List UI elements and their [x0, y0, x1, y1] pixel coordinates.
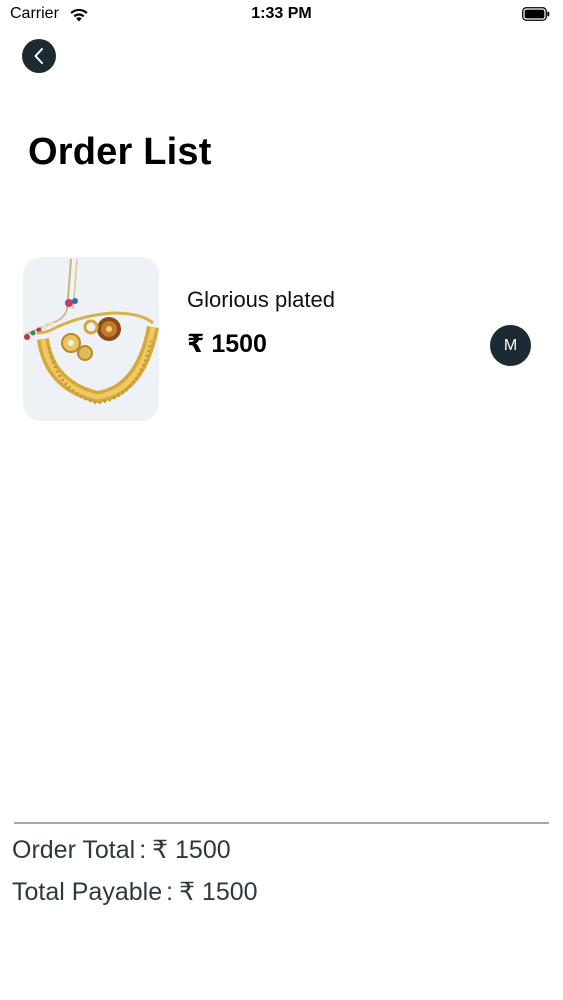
clock: 1:33 PM	[251, 5, 312, 22]
product-name: Glorious plated	[187, 287, 335, 312]
total-payable-separator: :	[166, 878, 174, 906]
battery-icon	[522, 7, 550, 21]
total-payable-value: ₹ 1500	[179, 878, 258, 906]
product-price: ₹ 1500	[187, 330, 267, 358]
product-image	[23, 257, 159, 421]
order-list-item[interactable]: Glorious plated ₹ 1500 M	[23, 257, 543, 422]
page-title: Order List	[28, 131, 212, 173]
order-total-label: Order Total	[12, 836, 136, 864]
order-total-separator: :	[139, 836, 147, 864]
total-payable-label: Total Payable	[12, 878, 163, 906]
necklace-image-icon	[24, 258, 159, 405]
status-bar: Carrier 1:33 PM	[0, 0, 563, 30]
totals-divider	[14, 822, 549, 824]
chevron-left-icon	[34, 48, 43, 64]
order-total-row: Order Total: ₹ 1500	[12, 835, 231, 865]
size-badge-button[interactable]: M	[490, 325, 531, 366]
order-total-value: ₹ 1500	[152, 836, 231, 864]
total-payable-row: Total Payable: ₹ 1500	[12, 877, 258, 907]
back-button[interactable]	[22, 39, 56, 73]
